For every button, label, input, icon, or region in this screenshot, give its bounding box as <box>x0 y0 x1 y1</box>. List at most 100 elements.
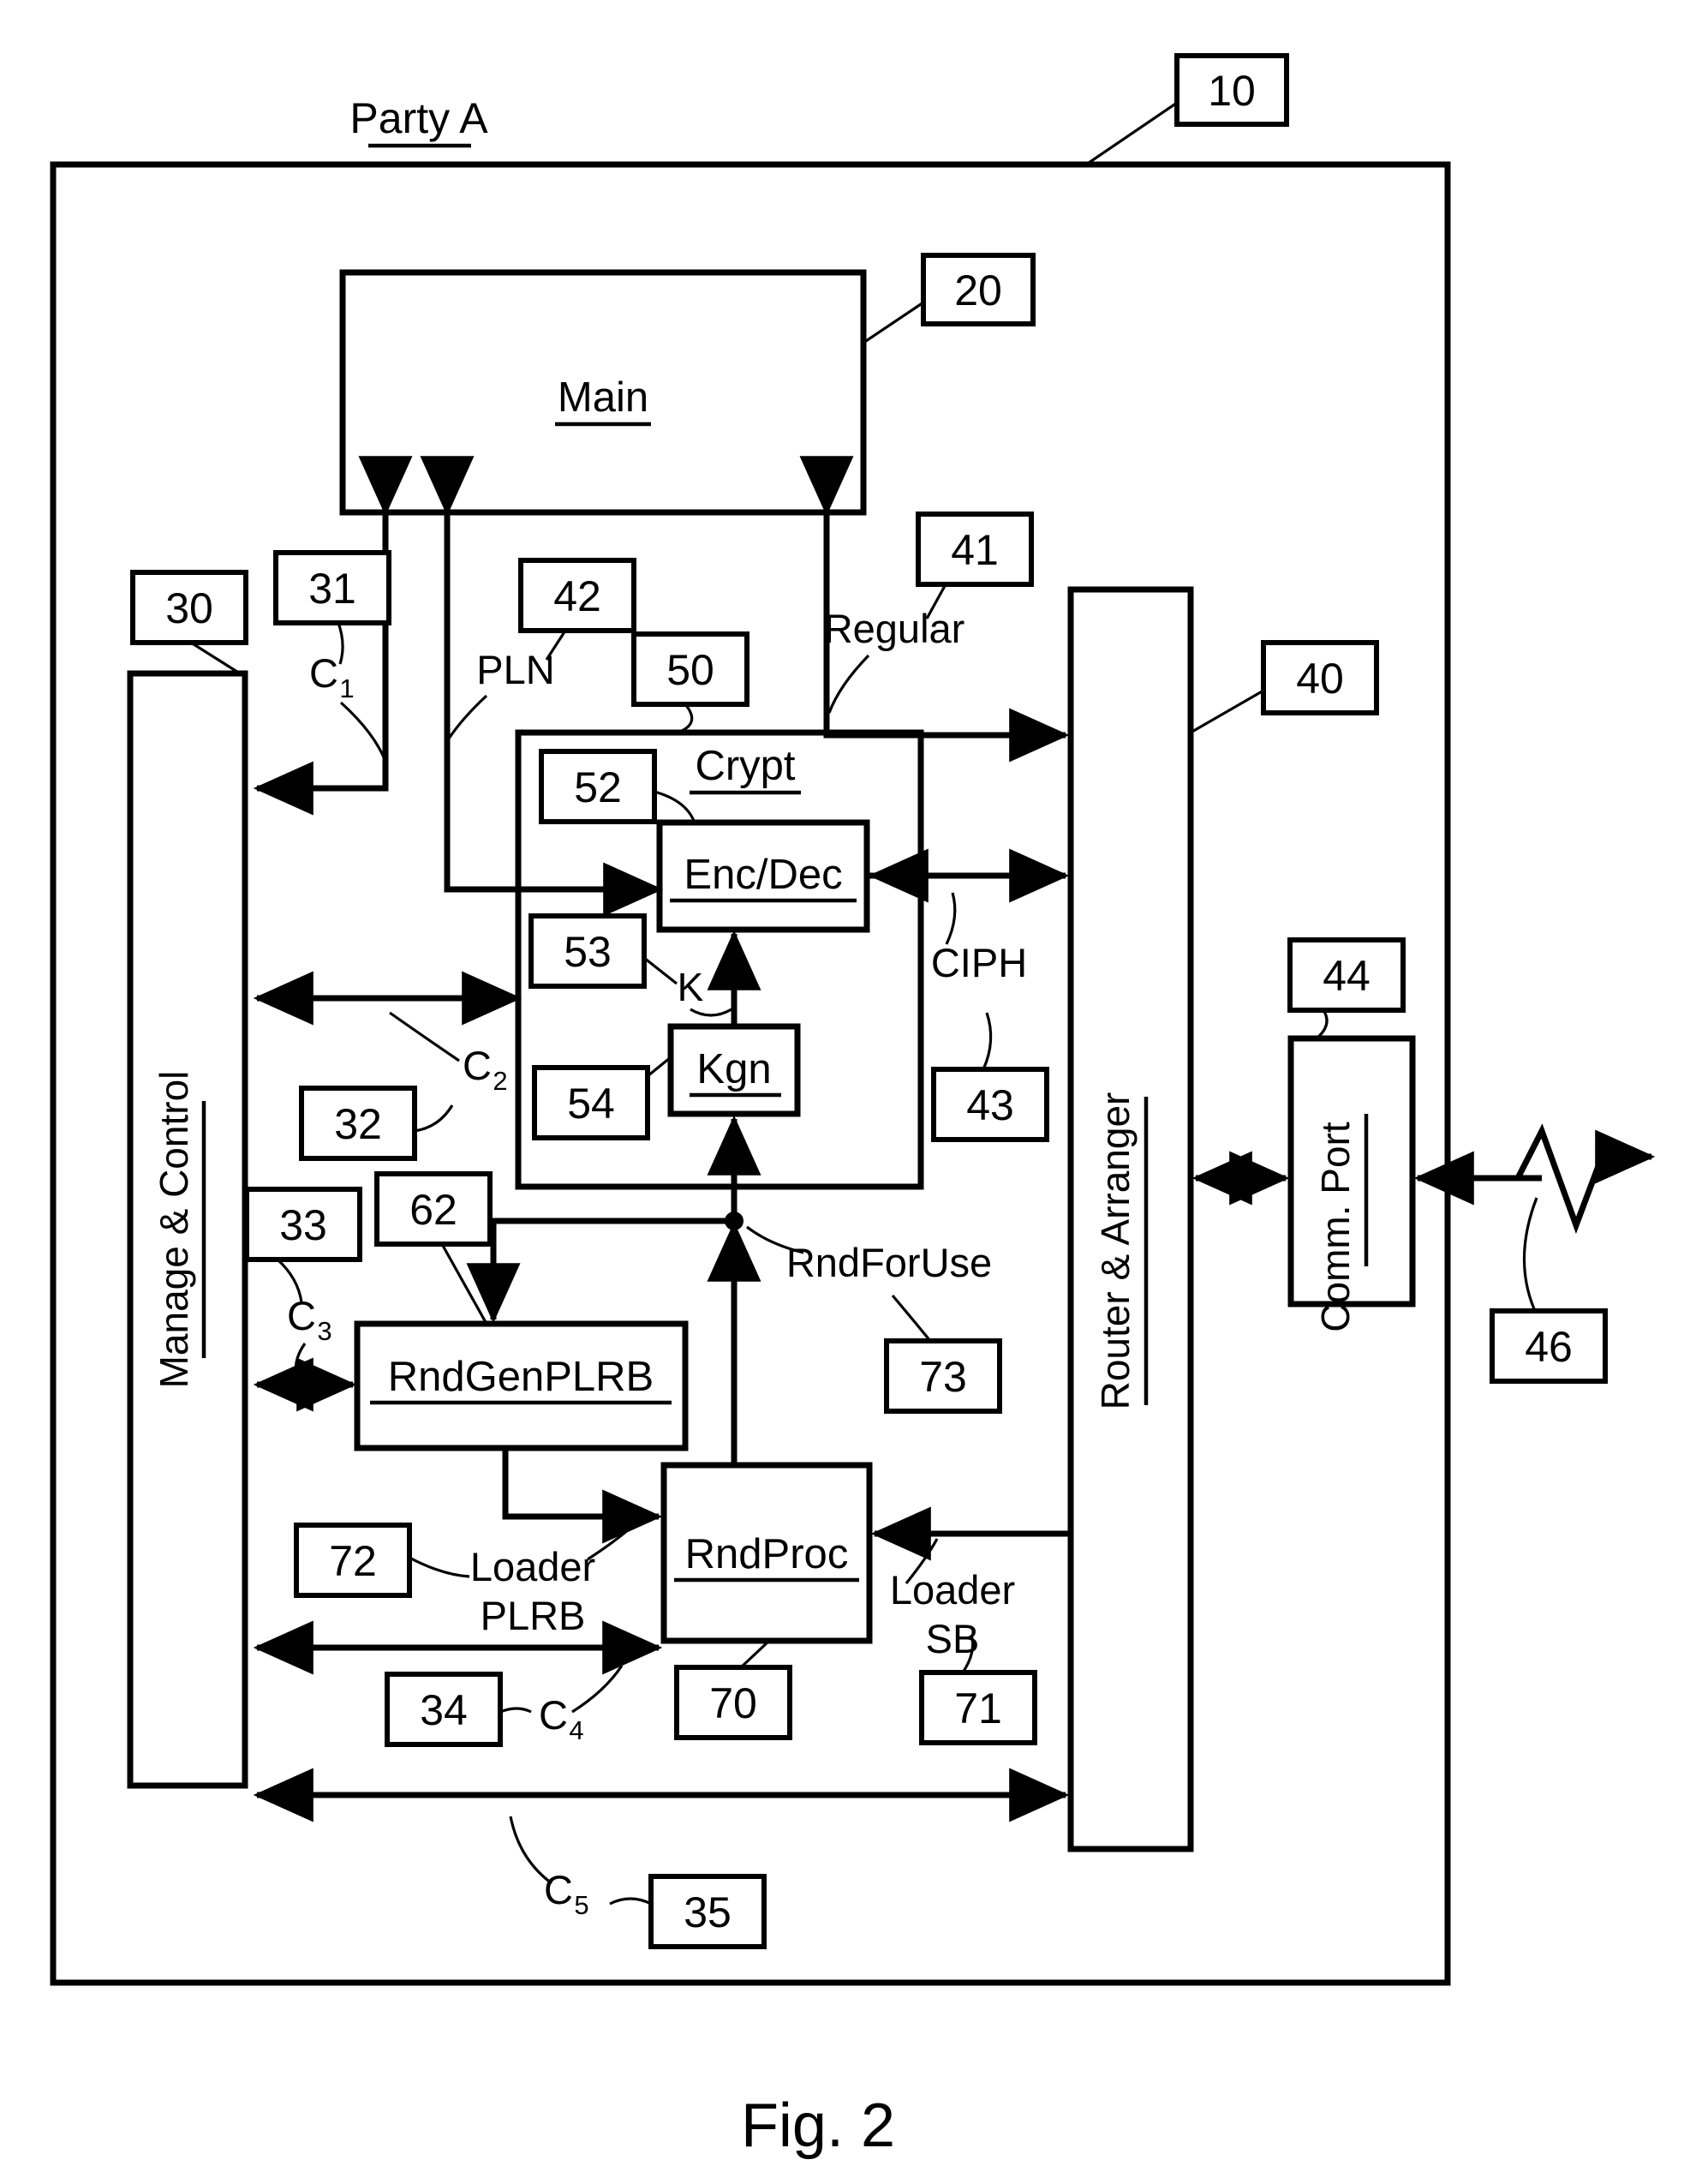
ref-42-label: 42 <box>553 572 601 620</box>
ref-41-group: 41 <box>916 512 1034 619</box>
ref-40-group: 40 <box>1190 640 1379 734</box>
block-comm-port-label-group: Comm. Port <box>1313 1114 1369 1332</box>
ref-20-leader <box>863 301 924 344</box>
block-rndproc-label-group: RndProc <box>674 1531 859 1583</box>
ref-46-group: 46 <box>1490 1197 1608 1384</box>
block-enc-dec-label-group: Enc/Dec <box>670 852 857 903</box>
ref-35-leader <box>609 1897 652 1906</box>
ref-44-leader <box>1315 1009 1329 1040</box>
ref-73-leader <box>891 1294 932 1343</box>
block-manage-control-label: Manage & Control <box>152 1071 196 1389</box>
signal-loader-plrb-group: Loader PLRB <box>470 1522 637 1638</box>
signal-rndforuse-group: RndForUse <box>746 1225 992 1285</box>
ref-70-group: 70 <box>674 1639 792 1740</box>
signal-loader-sb-group: Loader SB <box>890 1538 1015 1661</box>
ref-10-group: 10 <box>1085 53 1289 166</box>
ref-34-label: 34 <box>420 1686 468 1734</box>
block-kgn-label-group: Kgn <box>690 1046 781 1098</box>
ref-30-leader <box>190 641 241 675</box>
block-manage-control-label-group: Manage & Control <box>152 1071 206 1389</box>
signal-c4-group: C 4 <box>539 1665 624 1745</box>
ref-53-label: 53 <box>564 928 612 976</box>
ref-33-label: 33 <box>279 1201 327 1249</box>
signal-ciph-label: CIPH <box>931 940 1027 985</box>
block-comm-port-label: Comm. Port <box>1313 1122 1358 1332</box>
block-main-label-group: Main <box>555 374 651 427</box>
block-router-arranger-label: Router & Arranger <box>1093 1092 1138 1410</box>
ref-52-label: 52 <box>574 763 622 811</box>
wire-rndforuse-to-rndgenplrb <box>466 1218 734 1324</box>
signal-regular-leader <box>827 654 870 714</box>
ref-71-label: 71 <box>954 1684 1002 1732</box>
wire-loader-plrb <box>502 1448 663 1544</box>
ref-70-label: 70 <box>709 1679 757 1727</box>
signal-c5-sub: 5 <box>574 1890 588 1920</box>
ref-54-leader <box>646 1056 672 1078</box>
ref-54-label: 54 <box>567 1080 615 1128</box>
ref-41-label: 41 <box>951 526 999 574</box>
block-crypt-label: Crypt <box>695 743 795 789</box>
signal-loader-plrb-line2: PLRB <box>481 1593 586 1638</box>
ref-30-label: 30 <box>165 584 213 632</box>
signal-c1-sub: 1 <box>339 673 354 703</box>
signal-c3-leader <box>294 1343 307 1382</box>
signal-loader-plrb-leader <box>587 1522 637 1561</box>
ref-20-label: 20 <box>954 266 1002 314</box>
ref-40-label: 40 <box>1296 655 1344 703</box>
ref-50-leader <box>674 703 694 735</box>
ref-73-label: 73 <box>919 1353 967 1401</box>
signal-c2-leader <box>389 1011 460 1062</box>
ref-53-leader <box>643 956 678 985</box>
block-main-label: Main <box>558 374 648 421</box>
ref-34-group: 34 <box>385 1672 532 1747</box>
signal-c4-label: C <box>539 1692 568 1738</box>
signal-pln-label: PLN <box>476 647 554 692</box>
ref-53-group: 53 <box>529 913 678 989</box>
ref-72-leader <box>409 1556 470 1578</box>
signal-c2-group: C 2 <box>389 1011 508 1096</box>
ref-31-leader <box>337 622 344 665</box>
block-kgn-label: Kgn <box>696 1046 771 1092</box>
ref-46-leader <box>1522 1197 1538 1312</box>
ref-31-label: 31 <box>308 565 356 613</box>
signal-c2-label: C <box>463 1043 492 1088</box>
block-rndgenplrb-label: RndGenPLRB <box>388 1354 654 1400</box>
signal-k-leader <box>690 1008 732 1017</box>
ref-32-label: 32 <box>334 1100 382 1148</box>
signal-c1-leader <box>339 701 389 767</box>
signal-k-label: K <box>678 965 704 1009</box>
ref-31-group: 31 <box>273 550 391 665</box>
ref-46-label: 46 <box>1525 1323 1573 1371</box>
block-rndgenplrb-label-group: RndGenPLRB <box>370 1354 672 1405</box>
signal-loader-plrb-line1: Loader <box>470 1544 595 1589</box>
ref-70-leader <box>739 1639 771 1669</box>
ref-43-leader <box>982 1012 993 1070</box>
ref-62-group: 62 <box>374 1171 493 1325</box>
ref-40-leader <box>1190 689 1264 734</box>
figure-canvas: Party A 10 Main 20 Manage & Control 30 R… <box>50 53 1656 2160</box>
ref-62-leader <box>440 1243 488 1325</box>
ref-52-group: 52 <box>539 749 696 824</box>
ref-50-group: 50 <box>631 631 749 735</box>
signal-c5-label: C <box>544 1867 573 1912</box>
signal-c3-sub: 3 <box>317 1316 331 1346</box>
ref-20-group: 20 <box>863 253 1036 344</box>
signal-regular-group: Regular <box>824 606 965 714</box>
signal-c1-label: C <box>309 650 338 696</box>
block-crypt-label-group: Crypt <box>690 743 801 795</box>
ref-10-label: 10 <box>1208 67 1256 115</box>
signal-rndforuse-label: RndForUse <box>786 1240 992 1285</box>
ref-35-label: 35 <box>684 1888 732 1936</box>
signal-regular-label: Regular <box>824 606 965 651</box>
ref-44-label: 44 <box>1323 952 1371 1000</box>
signal-loader-sb-line1: Loader <box>890 1567 1015 1613</box>
ref-72-group: 72 <box>294 1523 470 1598</box>
signal-c2-sub: 2 <box>493 1066 507 1096</box>
signal-c1-group: C 1 <box>309 650 389 767</box>
figure-title: Party A <box>349 94 488 142</box>
ref-35-group: 35 <box>609 1874 767 1949</box>
ref-32-leader <box>414 1104 454 1133</box>
block-router-arranger-label-group: Router & Arranger <box>1093 1092 1149 1410</box>
ref-34-leader <box>499 1707 532 1714</box>
signal-c3-group: C 3 <box>287 1293 332 1382</box>
